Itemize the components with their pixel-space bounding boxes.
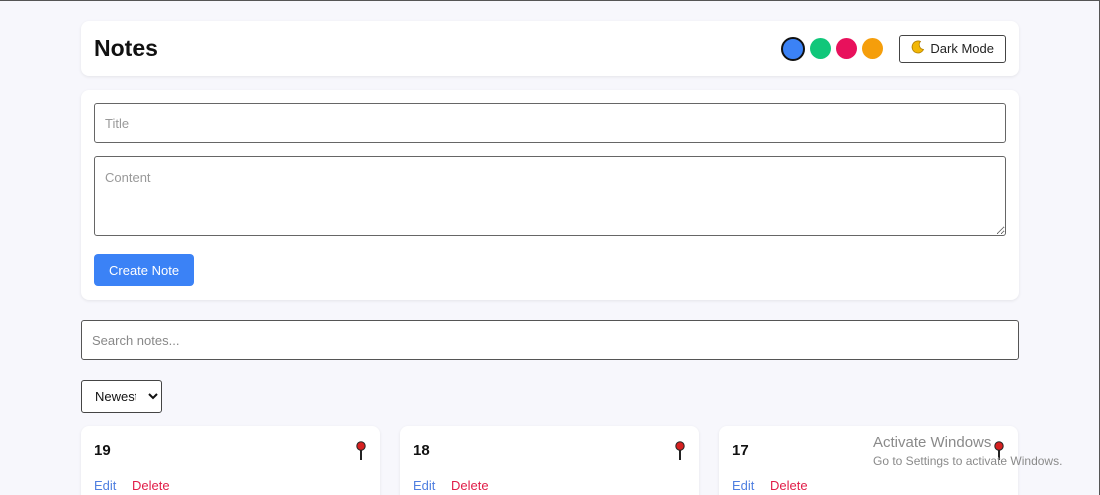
color-swatch-blue[interactable] [781,36,806,61]
color-swatch-orange[interactable] [862,38,884,59]
search-input[interactable] [81,320,1019,360]
watermark-title: Activate Windows [873,434,992,451]
app-container: Notes Dark Mode Create Note Newest 19 [81,21,1019,495]
edit-link[interactable]: Edit [732,478,754,493]
note-card[interactable]: 19 Edit Delete [81,426,380,495]
note-actions: Edit Delete [94,478,367,493]
sort-select[interactable]: Newest [81,380,162,413]
watermark-subtitle: Go to Settings to activate Windows. [873,454,1063,468]
dark-mode-button[interactable]: Dark Mode [899,34,1006,63]
title-input[interactable] [94,103,1006,143]
create-note-form: Create Note [81,90,1019,300]
header-controls: Dark Mode [781,34,1006,63]
create-note-button[interactable]: Create Note [94,254,195,286]
pin-icon[interactable] [355,441,367,461]
note-actions: Edit Delete [413,478,686,493]
header: Notes Dark Mode [81,21,1019,76]
moon-icon [911,40,925,57]
edit-link[interactable]: Edit [94,478,116,493]
activation-watermark: Activate Windows Go to Settings to activ… [873,434,1062,468]
page-title: Notes [94,35,158,61]
pin-icon[interactable] [674,441,686,461]
delete-link[interactable]: Delete [451,478,489,493]
delete-link[interactable]: Delete [770,478,808,493]
note-actions: Edit Delete [732,478,1005,493]
note-title: 18 [413,442,430,459]
note-card[interactable]: 18 Edit Delete [400,426,699,495]
color-swatch-pink[interactable] [836,38,858,59]
edit-link[interactable]: Edit [413,478,435,493]
delete-link[interactable]: Delete [132,478,170,493]
color-swatch-green[interactable] [810,38,832,59]
note-title: 19 [94,442,111,459]
dark-mode-label: Dark Mode [930,41,994,56]
content-input[interactable] [94,156,1006,236]
